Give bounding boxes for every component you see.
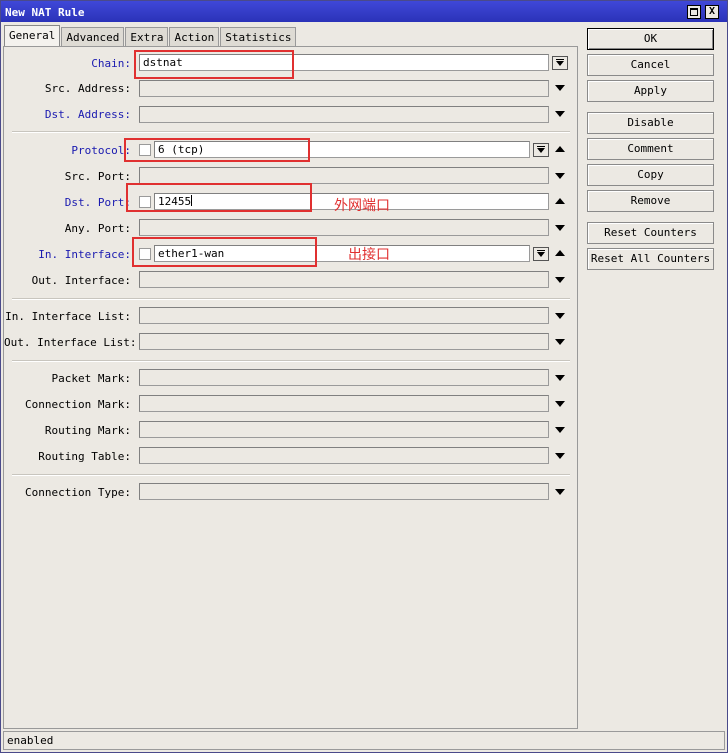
out-interface-field[interactable]: [139, 271, 549, 288]
chain-highlight-box: [134, 50, 294, 79]
any-port-label: Any. Port:: [64, 222, 131, 235]
ok-button[interactable]: OK: [587, 28, 714, 50]
tab-extra[interactable]: Extra: [125, 27, 169, 47]
connection-mark-field[interactable]: [139, 395, 549, 412]
dst-port-annotation: 外网端口: [334, 198, 390, 214]
packet-mark-field[interactable]: [139, 369, 549, 386]
status-text: enabled: [7, 734, 54, 747]
window-title: New NAT Rule: [5, 6, 85, 19]
dst-address-field[interactable]: [139, 106, 549, 123]
in-interface-dropdown-button[interactable]: [533, 247, 549, 261]
in-interface-highlight-box: [132, 237, 317, 267]
any-port-expand-icon[interactable]: [555, 225, 565, 231]
apply-button[interactable]: Apply: [587, 80, 714, 102]
src-address-expand-icon[interactable]: [555, 85, 565, 91]
separator: [12, 131, 570, 133]
out-interface-label: Out. Interface:: [31, 274, 131, 287]
tab-general[interactable]: General: [4, 25, 61, 47]
dst-address-label: Dst. Address:: [44, 108, 131, 121]
routing-table-label: Routing Table:: [38, 450, 131, 463]
disable-button[interactable]: Disable: [587, 112, 714, 134]
src-port-label: Src. Port:: [64, 170, 131, 183]
routing-mark-field[interactable]: [139, 421, 549, 438]
packet-mark-expand-icon[interactable]: [555, 375, 565, 381]
routing-mark-expand-icon[interactable]: [555, 427, 565, 433]
separator: [12, 360, 570, 362]
protocol-collapse-icon[interactable]: [555, 146, 565, 152]
connection-mark-label: Connection Mark:: [25, 398, 131, 411]
chain-label: Chain:: [91, 57, 131, 70]
routing-table-expand-icon[interactable]: [555, 453, 565, 459]
comment-button[interactable]: Comment: [587, 138, 714, 160]
connection-mark-expand-icon[interactable]: [555, 401, 565, 407]
in-interface-list-expand-icon[interactable]: [555, 313, 565, 319]
in-interface-list-field[interactable]: [139, 307, 549, 324]
in-interface-label: In. Interface:: [38, 248, 131, 261]
cancel-button[interactable]: Cancel: [587, 54, 714, 76]
in-interface-collapse-icon[interactable]: [555, 250, 565, 256]
out-interface-list-expand-icon[interactable]: [555, 339, 565, 345]
src-address-field[interactable]: [139, 80, 549, 97]
src-address-label: Src. Address:: [44, 82, 131, 95]
chain-dropdown-button[interactable]: [552, 56, 568, 70]
title-bar: New NAT Rule X: [1, 1, 727, 22]
status-bar: enabled: [3, 731, 725, 750]
out-interface-expand-icon[interactable]: [555, 277, 565, 283]
any-port-field[interactable]: [139, 219, 549, 236]
in-interface-annotation: 出接口: [348, 247, 390, 263]
out-interface-list-field[interactable]: [139, 333, 549, 350]
src-port-field[interactable]: [139, 167, 549, 184]
dst-port-label: Dst. Port:: [64, 196, 131, 209]
restore-icon[interactable]: [687, 5, 701, 19]
dst-address-expand-icon[interactable]: [555, 111, 565, 117]
protocol-highlight-box: [124, 138, 310, 162]
connection-type-expand-icon[interactable]: [555, 489, 565, 495]
tab-bar: General Advanced Extra Action Statistics: [4, 25, 297, 47]
separator: [12, 474, 570, 476]
protocol-dropdown-button[interactable]: [533, 143, 549, 157]
close-icon[interactable]: X: [705, 5, 719, 19]
routing-table-field[interactable]: [139, 447, 549, 464]
reset-all-counters-button[interactable]: Reset All Counters: [587, 248, 714, 270]
connection-type-label: Connection Type:: [25, 486, 131, 499]
packet-mark-label: Packet Mark:: [51, 372, 131, 385]
protocol-label: Protocol:: [71, 144, 131, 157]
src-port-expand-icon[interactable]: [555, 173, 565, 179]
remove-button[interactable]: Remove: [587, 190, 714, 212]
routing-mark-label: Routing Mark:: [44, 424, 131, 437]
connection-type-field[interactable]: [139, 483, 549, 500]
tab-statistics[interactable]: Statistics: [220, 27, 297, 47]
separator: [12, 298, 570, 300]
in-interface-list-label: In. Interface List:: [5, 310, 131, 323]
dst-port-highlight-box: [126, 183, 312, 212]
reset-counters-button[interactable]: Reset Counters: [587, 222, 714, 244]
tab-advanced[interactable]: Advanced: [61, 27, 125, 47]
nat-rule-window: New NAT Rule X General Advanced Extra Ac…: [0, 0, 728, 753]
copy-button[interactable]: Copy: [587, 164, 714, 186]
dst-port-collapse-icon[interactable]: [555, 198, 565, 204]
tab-action[interactable]: Action: [169, 27, 220, 47]
out-interface-list-label: Out. Interface List:: [4, 336, 137, 349]
